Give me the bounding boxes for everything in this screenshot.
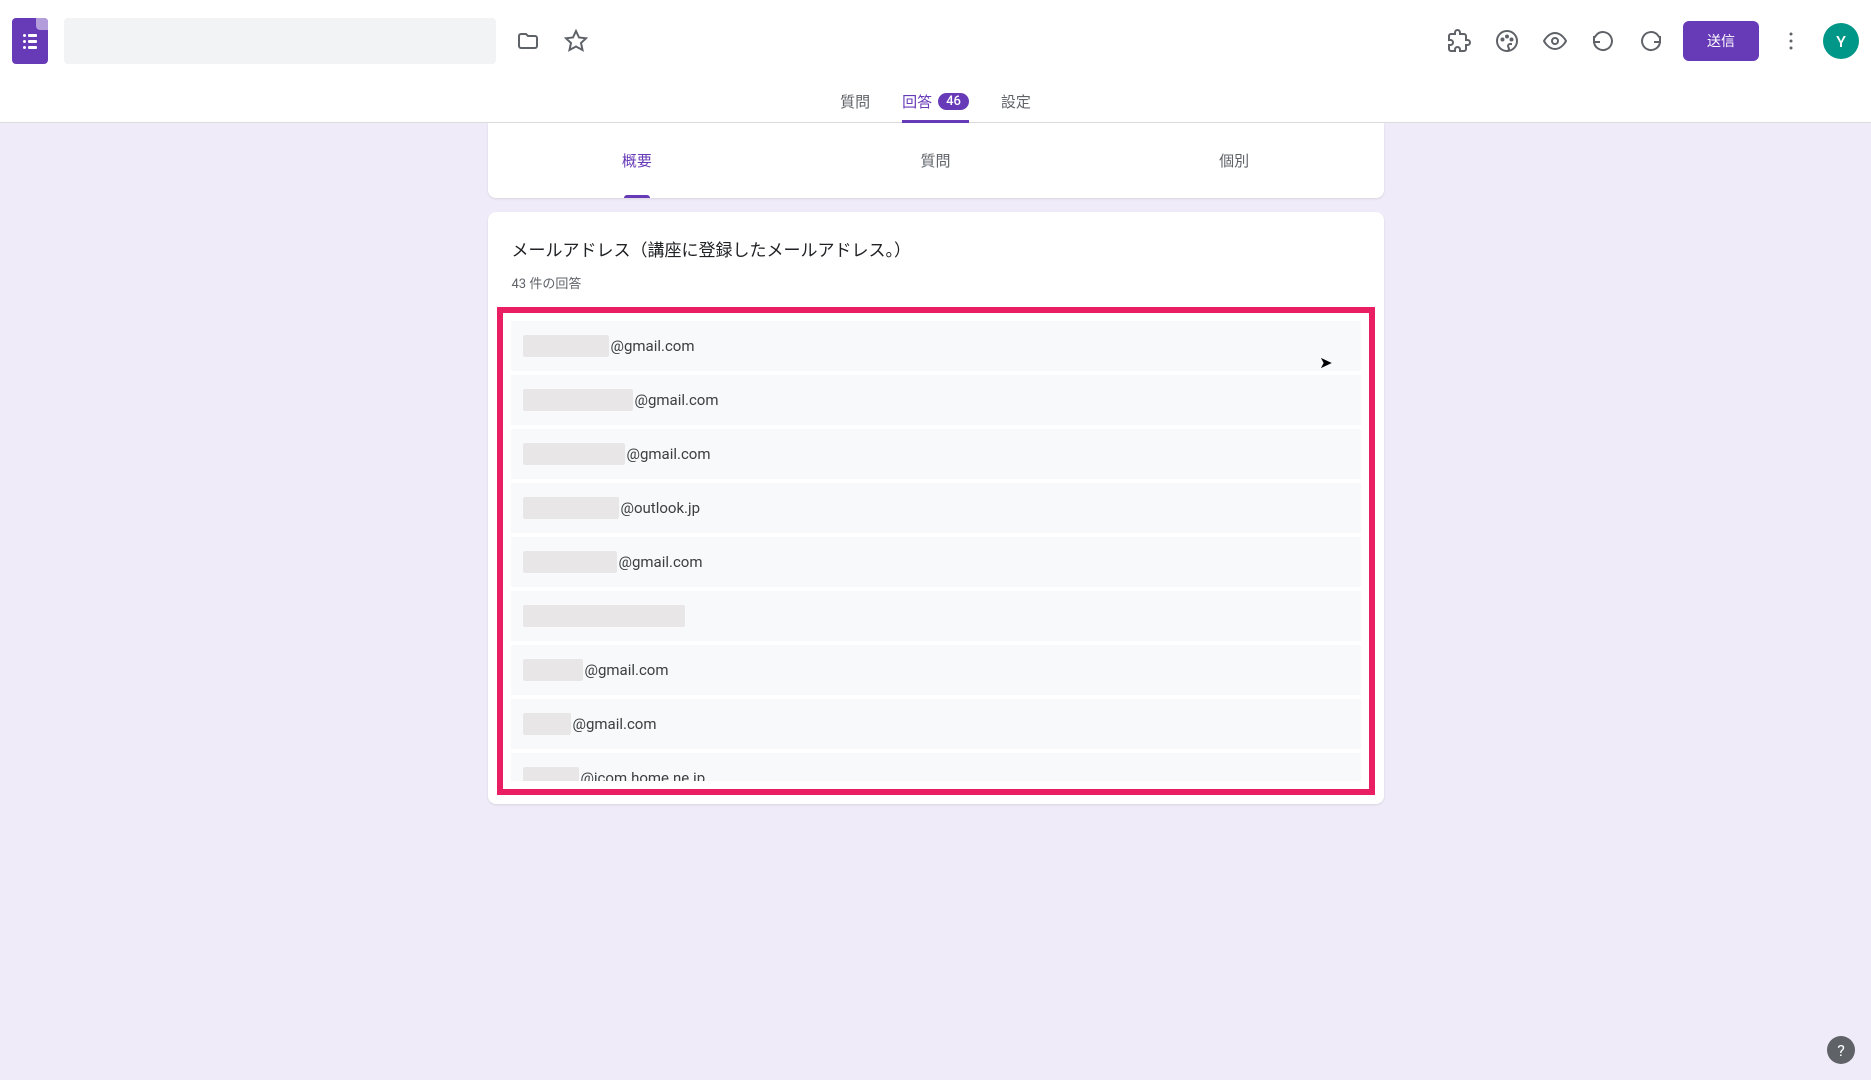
response-item: @gmail.com [511,537,1361,587]
tab-questions[interactable]: 質問 [840,83,870,123]
response-subtabs: 概要 質問 個別 [488,123,1384,198]
undo-icon[interactable] [1579,17,1627,65]
tab-responses[interactable]: 回答 46 [902,83,969,123]
email-suffix: @gmail.com [635,391,719,409]
response-item [511,591,1361,641]
main-tabs: 質問 回答 46 設定 [0,83,1871,123]
send-button[interactable]: 送信 [1683,21,1759,61]
redacted-text [523,605,685,627]
more-icon[interactable] [1767,17,1815,65]
responses-highlight-box: @gmail.com @gmail.com @gmail.com @outlook.j… [497,307,1375,795]
email-suffix: @gmail.com [573,715,657,733]
star-icon[interactable] [552,17,600,65]
email-suffix: @jcom.home.ne.jp [581,769,706,781]
redacted-text [523,497,619,519]
redacted-text [523,767,579,781]
redacted-text [523,443,625,465]
tab-settings[interactable]: 設定 [1001,83,1031,123]
redacted-text [523,659,583,681]
response-card: メールアドレス（講座に登録したメールアドレス。） 43 件の回答 @gmail.… [488,212,1384,804]
email-suffix: @gmail.com [619,553,703,571]
avatar[interactable]: Y [1823,23,1859,59]
response-item: @gmail.com [511,699,1361,749]
redacted-text [523,389,633,411]
response-item: @gmail.com [511,375,1361,425]
response-item: @jcom.home.ne.jp [511,753,1361,781]
app-header: 送信 Y [0,0,1871,83]
email-suffix: @gmail.com [585,661,669,679]
responses-list[interactable]: @gmail.com @gmail.com @gmail.com @outlook.j… [511,321,1361,781]
subtab-summary[interactable]: 概要 [488,123,787,198]
addons-icon[interactable] [1435,17,1483,65]
help-button[interactable]: ? [1827,1036,1855,1064]
preview-icon[interactable] [1531,17,1579,65]
subtab-individual[interactable]: 個別 [1085,123,1384,198]
form-title-input[interactable] [64,18,496,64]
folder-icon[interactable] [504,17,552,65]
email-suffix: @gmail.com [611,337,695,355]
response-count: 43 件の回答 [512,273,1360,292]
email-suffix: @outlook.jp [621,499,701,517]
subtab-question[interactable]: 質問 [786,123,1085,198]
email-suffix: @gmail.com [627,445,711,463]
response-item: @gmail.com [511,321,1361,371]
question-title: メールアドレス（講座に登録したメールアドレス。） [512,236,1360,261]
response-item: @outlook.jp [511,483,1361,533]
response-item: @gmail.com [511,429,1361,479]
forms-logo-icon[interactable] [12,18,48,64]
palette-icon[interactable] [1483,17,1531,65]
redacted-text [523,335,609,357]
redacted-text [523,713,571,735]
redo-icon[interactable] [1627,17,1675,65]
redacted-text [523,551,617,573]
response-count-badge: 46 [938,93,969,110]
response-item: @gmail.com [511,645,1361,695]
